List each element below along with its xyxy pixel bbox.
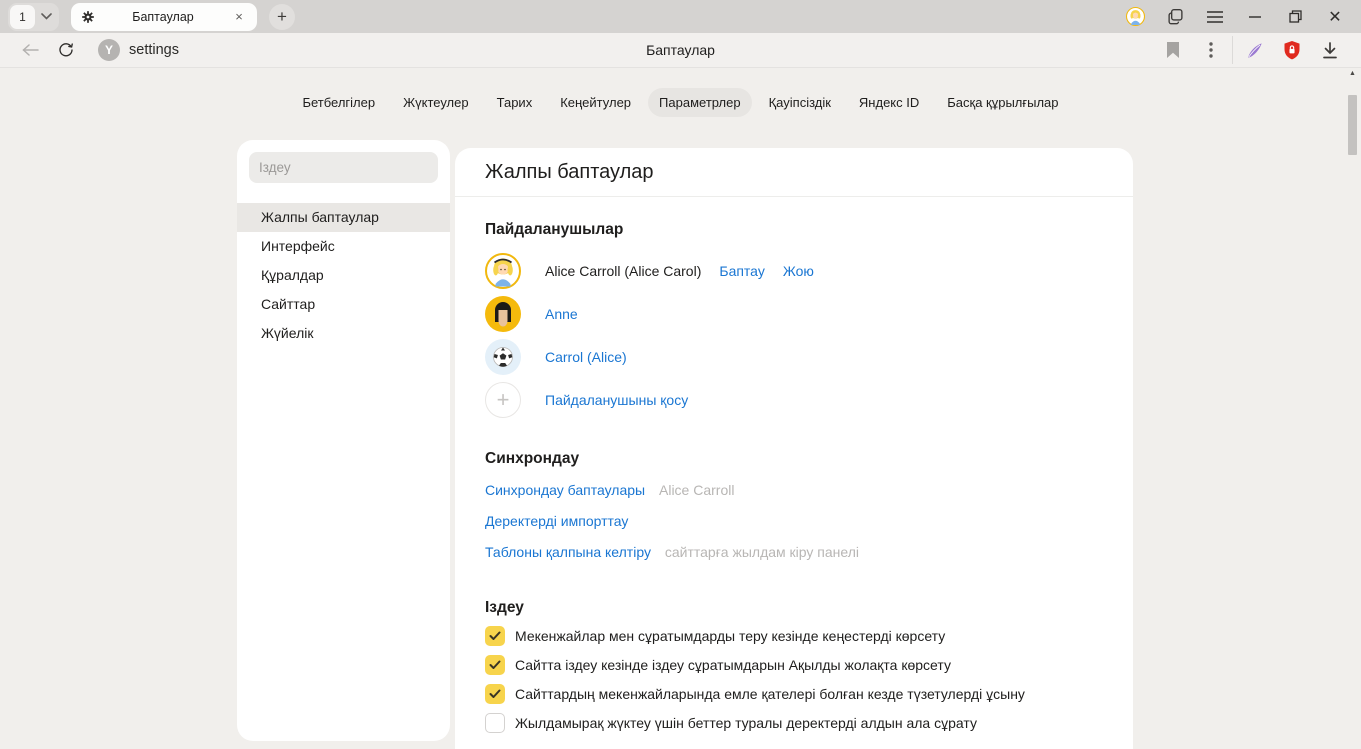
protect-shield-icon[interactable] (1273, 36, 1311, 64)
sidebar-item-interface[interactable]: Интерфейс (237, 232, 450, 261)
sidebar-list: Жалпы баптаулар Интерфейс Құралдар Сайтт… (237, 203, 450, 348)
import-data-link[interactable]: Деректерді импорттау (485, 513, 628, 529)
sidebar-item-sites[interactable]: Сайттар (237, 290, 450, 319)
sidebar-item-system[interactable]: Жүйелік (237, 319, 450, 348)
tab-panels-icon[interactable] (1155, 0, 1195, 33)
tab-count[interactable]: 1 (10, 5, 35, 29)
option-row: Сайтта іздеу кезінде іздеу сұратымдарын … (485, 655, 1103, 675)
option-label: Сайттардың мекенжайларында емле қателері… (515, 686, 1025, 702)
page-scrollbar[interactable]: ▲ (1344, 68, 1361, 749)
feather-extension-icon[interactable] (1235, 36, 1273, 64)
site-favicon: Y (98, 39, 120, 61)
add-user-row: + Пайдаланушыны қосу (485, 382, 1103, 418)
nav-tab-history[interactable]: Тарих (486, 88, 544, 117)
browser-tab-settings[interactable]: Баптаулар × (71, 3, 257, 31)
settings-sidebar: Жалпы баптаулар Интерфейс Құралдар Сайтт… (237, 140, 450, 741)
restore-tableau-link[interactable]: Таблоны қалпына келтіру (485, 544, 651, 560)
main-panel-title: Жалпы баптаулар (455, 148, 1133, 197)
restore-tableau-row: Таблоны қалпына келтіру сайттарға жылдам… (485, 544, 1103, 561)
nav-tab-downloads[interactable]: Жүктеулер (392, 88, 480, 117)
option-row: Жылдамырақ жүктеу үшін беттер туралы дер… (485, 713, 1103, 733)
sidebar-item-general[interactable]: Жалпы баптаулар (237, 203, 450, 232)
nav-tab-other-devices[interactable]: Басқа құрылғылар (936, 88, 1069, 117)
prefetch-checkbox[interactable] (485, 713, 505, 733)
settings-nav-tabs: Бетбелгілер Жүктеулер Тарих Кеңейтулер П… (0, 88, 1361, 117)
users-section-heading: Пайдаланушылар (485, 221, 1103, 239)
search-section-heading: Іздеу (485, 599, 1103, 617)
settings-main-panel: Жалпы баптаулар Пайдаланушылар (455, 148, 1133, 749)
option-label: Сайтта іздеу кезінде іздеу сұратымдарын … (515, 657, 951, 673)
reload-icon[interactable] (48, 36, 84, 64)
user-name-link[interactable]: Anne (545, 306, 578, 322)
scroll-up-arrow[interactable]: ▲ (1344, 70, 1361, 77)
profile-avatar[interactable] (1115, 0, 1155, 33)
tab-counter[interactable]: 1 (8, 3, 59, 31)
tab-title: Баптаулар (95, 10, 231, 24)
nav-tab-yandex-id[interactable]: Яндекс ID (848, 88, 930, 117)
restore-button[interactable] (1275, 0, 1315, 33)
suggestions-checkbox[interactable] (485, 626, 505, 646)
settings-page: Бетбелгілер Жүктеулер Тарих Кеңейтулер П… (0, 68, 1361, 749)
sync-settings-link[interactable]: Синхрондау баптаулары (485, 482, 645, 498)
user-name-link[interactable]: Carrol (Alice) (545, 349, 627, 365)
option-row: Сайттардың мекенжайларында емле қателері… (485, 684, 1103, 704)
sidebar-search[interactable] (249, 152, 438, 183)
user-row-alice: Alice Carroll (Alice Carol) Баптау Жою (485, 253, 1103, 289)
site-search-checkbox[interactable] (485, 655, 505, 675)
search-input[interactable] (259, 160, 428, 175)
sync-section-heading: Синхрондау (485, 450, 1103, 468)
user-name: Alice Carroll (Alice Carol) (545, 263, 701, 279)
close-window-button[interactable]: ✕ (1315, 0, 1355, 33)
search-options: Мекенжайлар мен сұратымдарды теру кезінд… (485, 626, 1103, 733)
nav-tab-bookmarks[interactable]: Бетбелгілер (291, 88, 386, 117)
add-user-link[interactable]: Пайдаланушыны қосу (545, 392, 688, 408)
bookmark-icon[interactable] (1154, 36, 1192, 64)
chevron-down-icon[interactable] (35, 13, 57, 20)
tab-bar: 1 Баптаулар × + (0, 0, 1361, 33)
toolbar-divider (1232, 36, 1233, 64)
tableau-hint: сайттарға жылдам кіру панелі (665, 544, 859, 560)
carrol-avatar[interactable] (485, 339, 521, 375)
option-label: Мекенжайлар мен сұратымдарды теру кезінд… (515, 628, 945, 644)
alice-avatar[interactable] (485, 253, 521, 289)
minimize-button[interactable] (1235, 0, 1275, 33)
import-data-row: Деректерді импорттау (485, 513, 1103, 530)
download-icon[interactable] (1311, 36, 1349, 64)
back-icon[interactable] (12, 36, 48, 64)
user-row-carrol: Carrol (Alice) (485, 339, 1103, 375)
option-row: Мекенжайлар мен сұратымдарды теру кезінд… (485, 626, 1103, 646)
anne-avatar[interactable] (485, 296, 521, 332)
nav-tab-extensions[interactable]: Кеңейтулер (549, 88, 642, 117)
spelling-fix-checkbox[interactable] (485, 684, 505, 704)
sync-account-hint: Alice Carroll (659, 482, 734, 498)
sidebar-item-tools[interactable]: Құралдар (237, 261, 450, 290)
sync-links: Синхрондау баптаулары Alice Carroll Дере… (485, 482, 1103, 561)
address-url[interactable]: settings (129, 42, 179, 58)
nav-tab-settings[interactable]: Параметрлер (648, 88, 752, 117)
close-tab-icon[interactable]: × (231, 9, 247, 24)
new-tab-button[interactable]: + (269, 4, 295, 30)
user-configure-link[interactable]: Баптау (719, 263, 764, 279)
user-list: Alice Carroll (Alice Carol) Баптау Жою A… (485, 253, 1103, 418)
gear-icon (81, 10, 95, 24)
user-delete-link[interactable]: Жою (783, 263, 814, 279)
user-row-anne: Anne (485, 296, 1103, 332)
more-options-icon[interactable] (1192, 36, 1230, 64)
address-toolbar: Y settings Баптаулар (0, 33, 1361, 68)
add-user-icon[interactable]: + (485, 382, 521, 418)
sync-settings-row: Синхрондау баптаулары Alice Carroll (485, 482, 1103, 499)
menu-icon[interactable] (1195, 0, 1235, 33)
option-label: Жылдамырақ жүктеу үшін беттер туралы дер… (515, 715, 977, 731)
nav-tab-security[interactable]: Қауіпсіздік (758, 88, 842, 117)
scrollbar-thumb[interactable] (1348, 95, 1357, 155)
